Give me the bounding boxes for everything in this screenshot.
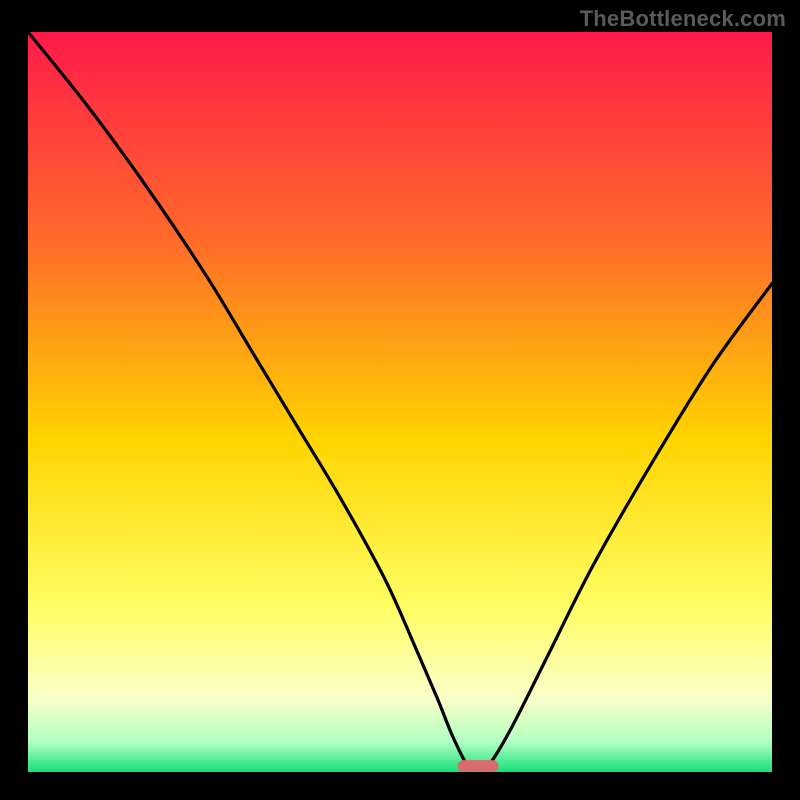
watermark-text: TheBottleneck.com (580, 6, 786, 32)
optimal-marker (458, 760, 499, 772)
plot-area (28, 32, 772, 772)
chart-container: TheBottleneck.com (0, 0, 800, 800)
bottleneck-chart (28, 32, 772, 772)
gradient-background (28, 32, 772, 772)
